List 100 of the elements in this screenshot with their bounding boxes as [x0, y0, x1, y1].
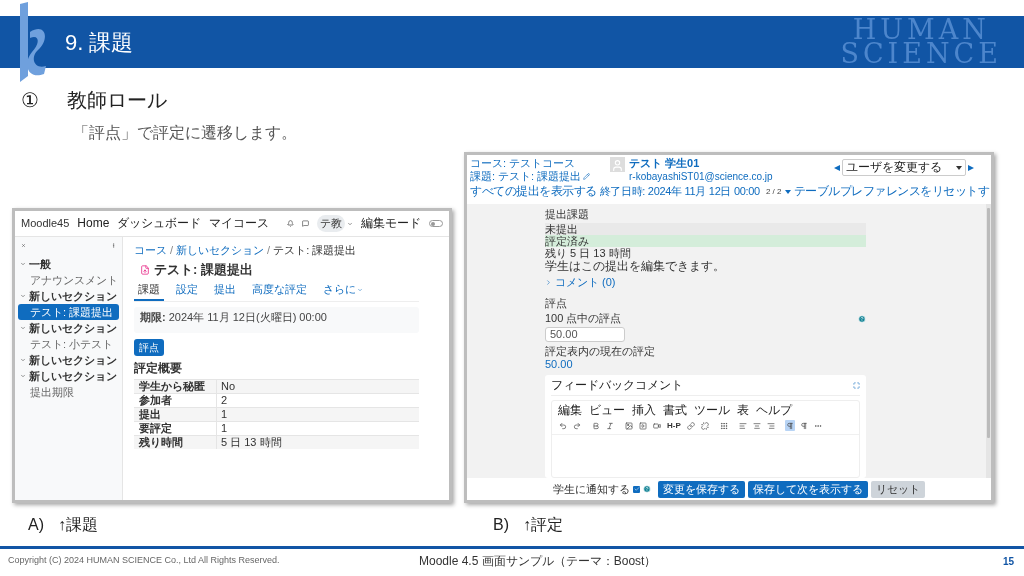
table-cell-text: No: [220, 380, 237, 393]
chevron-icon[interactable]: [20, 325, 26, 331]
editor-menu-item[interactable]: ビュー: [589, 404, 625, 417]
link-icon: [686, 421, 695, 430]
table-cell-text: 1: [220, 422, 229, 435]
reset-preferences-link[interactable]: テーブルプレファレンスをリセットす: [793, 185, 989, 198]
comments-link[interactable]: コメント (0): [555, 276, 616, 289]
feedback-heading: フィードバックコメント: [551, 379, 683, 392]
section-item[interactable]: 新しいセクション: [29, 353, 117, 367]
section-item[interactable]: 新しいセクション: [29, 321, 117, 335]
chevron-icon[interactable]: [20, 373, 26, 379]
current-grade-link[interactable]: 50.00: [545, 358, 866, 371]
nav-link[interactable]: マイコース: [209, 217, 270, 230]
unlink-button[interactable]: [699, 420, 710, 431]
bell-icon[interactable]: [287, 220, 294, 227]
undo-button[interactable]: [558, 420, 568, 431]
chevron-icon[interactable]: [20, 261, 26, 267]
image-button[interactable]: [624, 420, 634, 431]
breadcrumb-link[interactable]: 新しいセクション: [176, 244, 265, 257]
breadcrumb-separator: /: [170, 244, 174, 257]
caret-icon: [357, 286, 363, 293]
user-select[interactable]: ユーザを変更する: [842, 159, 966, 176]
section-item[interactable]: 一般: [29, 257, 51, 271]
student-name[interactable]: テスト 学生01: [629, 157, 700, 170]
action-button[interactable]: リセット: [871, 480, 925, 498]
caption-label: B): [493, 514, 509, 535]
fullscreen-icon[interactable]: [853, 382, 860, 389]
grade-input[interactable]: 50.00: [545, 327, 625, 342]
editor-menu-item[interactable]: 書式: [663, 404, 687, 417]
chevron-icon: [545, 279, 552, 286]
grid-icon: [719, 421, 728, 430]
current-grade-label: 評定表内の現在の評定: [545, 345, 656, 358]
align-center-button[interactable]: [751, 420, 762, 431]
grade-label: 100 点中の評点: [545, 312, 622, 325]
editor-menu-item[interactable]: 表: [737, 404, 749, 417]
table-cell-text: 5 日 13 時間: [220, 436, 283, 449]
student-email[interactable]: r-kobayashiST01@science.co.jp: [629, 170, 773, 183]
section-item[interactable]: 新しいセクション: [29, 369, 117, 383]
activity-item[interactable]: テスト: 課題提出: [18, 304, 119, 320]
notify-checkbox[interactable]: [633, 485, 640, 493]
h5p-button[interactable]: H-P: [666, 420, 682, 431]
grid-button[interactable]: [718, 420, 729, 431]
tab[interactable]: 設定: [172, 283, 202, 301]
chevron-icon[interactable]: [20, 293, 26, 299]
site-name[interactable]: Moodle45: [21, 217, 70, 230]
tab[interactable]: さらに: [319, 283, 367, 301]
editor-menu-item[interactable]: 挿入: [632, 404, 656, 417]
next-arrow[interactable]: [968, 164, 974, 171]
remaining-time: 残り 5 日 13 時間: [545, 247, 632, 260]
section-number: ①: [21, 88, 40, 113]
media-button[interactable]: [638, 420, 648, 431]
chevron-icon[interactable]: [20, 357, 26, 363]
editor-menu-item[interactable]: ヘルプ: [756, 404, 792, 417]
activity-item[interactable]: 提出期限: [18, 384, 119, 400]
activity-item[interactable]: アナウンスメント: [18, 272, 119, 288]
footer-subject: Moodle 4.5 画面サンプル（テーマ：Boost）: [419, 553, 657, 570]
grade-button[interactable]: 評点: [134, 339, 164, 356]
section-title: 教師ロール: [67, 88, 167, 113]
edit-mode-toggle[interactable]: [429, 220, 443, 227]
all-submissions-link[interactable]: すべての提出を表示する: [470, 185, 597, 198]
assignment-link[interactable]: 課題: テスト: 課題提出: [470, 170, 582, 183]
filter-icon[interactable]: [784, 189, 791, 194]
editor-menu-item[interactable]: 編集: [558, 404, 582, 417]
help-icon[interactable]: [643, 485, 651, 493]
align-left-button[interactable]: [737, 420, 748, 431]
caption-text: ↑評定: [523, 514, 563, 535]
section-item[interactable]: 新しいセクション: [29, 289, 117, 303]
summary-heading: 評定概要: [134, 361, 183, 375]
notify-label: 学生に通知する: [553, 482, 630, 496]
caption-text: ↑課題: [58, 514, 98, 535]
tab[interactable]: 高度な評定: [248, 283, 311, 301]
menu-icon[interactable]: [111, 243, 116, 248]
italic-button[interactable]: [605, 420, 615, 431]
action-button[interactable]: 変更を保存する: [658, 480, 745, 498]
breadcrumb-link[interactable]: コース: [134, 244, 167, 257]
user-menu[interactable]: テ教: [317, 215, 345, 232]
italic-icon: [606, 421, 614, 430]
nav-link[interactable]: ダッシュボード: [117, 217, 202, 230]
align-right-button[interactable]: [765, 420, 776, 431]
activity-item[interactable]: テスト: 小テスト: [18, 336, 119, 352]
media-icon: [639, 421, 647, 430]
help-icon[interactable]: [858, 314, 866, 323]
bold-button[interactable]: [591, 420, 601, 431]
tab[interactable]: 課題: [134, 283, 164, 301]
action-button[interactable]: 保存して次を表示する: [748, 480, 868, 498]
redo-button[interactable]: [572, 420, 582, 431]
bold-icon: [592, 421, 600, 430]
slide-title: 9. 課題: [65, 28, 134, 57]
link-button[interactable]: [685, 420, 696, 431]
unlink-icon: [700, 421, 709, 430]
tab[interactable]: 提出: [210, 283, 240, 301]
close-icon[interactable]: [21, 243, 26, 248]
previous-arrow[interactable]: [834, 164, 840, 171]
course-link[interactable]: コース: テストコース: [470, 157, 576, 170]
message-icon[interactable]: [302, 220, 309, 227]
video-button[interactable]: [652, 420, 662, 431]
editor-menu-item[interactable]: ツール: [694, 404, 730, 417]
nav-link[interactable]: Home: [77, 217, 110, 230]
pencil-icon[interactable]: [583, 173, 591, 180]
due-date: 期限: 2024年 11月 12日(火曜日) 00:00: [140, 311, 327, 323]
